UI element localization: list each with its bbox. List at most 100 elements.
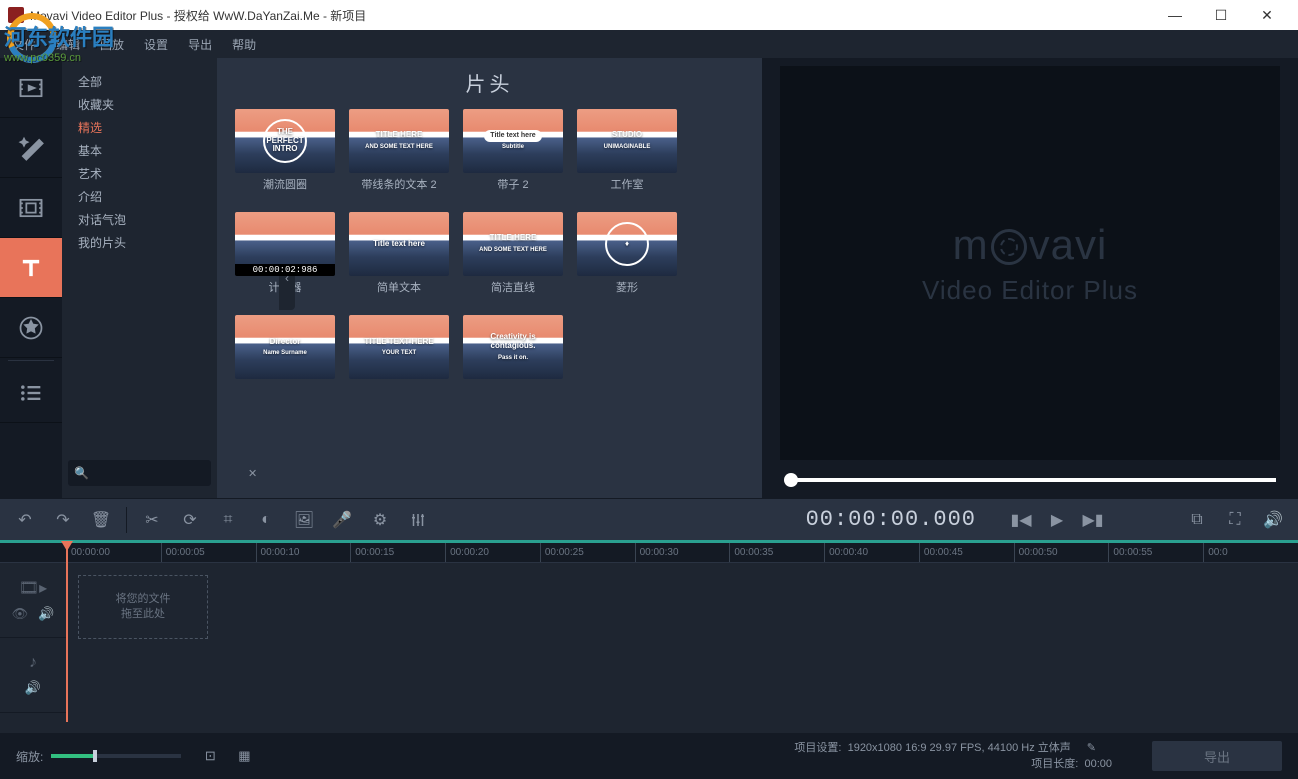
ruler-tick: 00:00:30 (635, 543, 730, 562)
asset-browser: 全部 收藏夹 精选 基本 艺术 介绍 对话气泡 我的片头 🔍 ✕ ‹ 片头 TH… (62, 58, 762, 498)
thumb-label: 简单文本 (349, 282, 449, 295)
category-art[interactable]: 艺术 (72, 162, 207, 185)
redo-button[interactable]: ↷ (46, 503, 80, 537)
category-panel: 全部 收藏夹 精选 基本 艺术 介绍 对话气泡 我的片头 🔍 ✕ (62, 58, 217, 498)
tracks-canvas[interactable]: 将您的文件 拖至此处 (66, 563, 1298, 733)
prev-frame-button[interactable]: ▮◀ (1004, 503, 1038, 537)
category-basic[interactable]: 基本 (72, 139, 207, 162)
statusbar: 缩放: ⊡ ▦ 项目设置: 1920x1080 16:9 29.97 FPS, … (0, 733, 1298, 779)
video-track-icon: 🎞▸ (19, 578, 47, 598)
window-title: Movavi Video Editor Plus - 授权给 WwW.DaYan… (30, 7, 1152, 24)
title-thumb[interactable]: TITLE TEXT HEREYOUR TEXT (349, 315, 449, 385)
timeline-area: 🎞▸ 👁 🔊 ♪ 🔊 将您的文件 拖至此处 (0, 563, 1298, 733)
ruler-tick: 00:00:10 (256, 543, 351, 562)
title-thumb[interactable]: Title text here简单文本 (349, 212, 449, 295)
crop-button[interactable]: ⌗ (211, 503, 245, 537)
visibility-toggle[interactable]: 👁 (12, 606, 29, 622)
ruler-tick: 00:00:40 (824, 543, 919, 562)
title-thumb[interactable]: THE PERFECT INTRO潮流圆圈 (235, 109, 335, 192)
section-title: 片头 (235, 68, 744, 97)
title-thumb[interactable]: STUDIOUNIMAGINABLE工作室 (577, 109, 677, 192)
project-info: 项目设置: 1920x1080 16:9 29.97 FPS, 44100 Hz… (794, 740, 1112, 773)
title-thumb[interactable]: Title text hereSubtitle带子 2 (463, 109, 563, 192)
preview-panel: mvavi Video Editor Plus (762, 58, 1298, 498)
ruler-tick: 00:00:45 (919, 543, 1014, 562)
detach-preview-button[interactable]: ⧉ (1180, 503, 1214, 537)
tool-filters[interactable] (0, 118, 62, 178)
thumb-label: 工作室 (577, 179, 677, 192)
title-thumb[interactable]: TITLE HEREAND SOME TEXT HERE带线条的文本 2 (349, 109, 449, 192)
zoom-fit-button[interactable]: ⊡ (193, 739, 227, 773)
delete-button[interactable]: 🗑 (84, 503, 118, 537)
zoom-slider[interactable] (51, 754, 181, 758)
title-thumb[interactable]: TITLE HEREAND SOME TEXT HERE简洁直线 (463, 212, 563, 295)
menu-settings[interactable]: 设置 (144, 36, 168, 53)
video-track-head: 🎞▸ 👁 🔊 (0, 563, 66, 638)
preview-product-name: Video Editor Plus (922, 275, 1138, 306)
category-featured[interactable]: 精选 (72, 116, 207, 139)
minimize-button[interactable]: — (1152, 0, 1198, 30)
ruler-tick: 00:00:35 (729, 543, 824, 562)
category-all[interactable]: 全部 (72, 70, 207, 93)
preview-scrubber[interactable] (780, 460, 1280, 490)
undo-button[interactable]: ↶ (8, 503, 42, 537)
ruler-tick: 00:00:50 (1014, 543, 1109, 562)
tool-titles[interactable] (0, 238, 62, 298)
edit-project-button[interactable]: ✎ (1087, 742, 1096, 754)
thumbnails-area: 片头 THE PERFECT INTRO潮流圆圈TITLE HEREAND SO… (217, 58, 762, 498)
menu-export[interactable]: 导出 (188, 36, 212, 53)
title-thumb[interactable]: DirectorName Surname (235, 315, 335, 385)
timeline-mode-button[interactable]: ▦ (227, 739, 261, 773)
audio-mute-toggle[interactable]: 🔊 (25, 680, 41, 696)
category-speech[interactable]: 对话气泡 (72, 208, 207, 231)
play-button[interactable]: ▶ (1040, 503, 1074, 537)
title-thumb[interactable]: Creativity is contagious.Pass it on. (463, 315, 563, 385)
ruler-tick: 00:00:05 (161, 543, 256, 562)
adjust-button[interactable] (401, 503, 435, 537)
maximize-button[interactable]: ☐ (1198, 0, 1244, 30)
ruler-tick: 00:00:15 (350, 543, 445, 562)
color-button[interactable]: ◐ (249, 503, 283, 537)
rotate-button[interactable]: ⟳ (173, 503, 207, 537)
volume-button[interactable]: 🔊 (1256, 503, 1290, 537)
tool-transitions[interactable] (0, 178, 62, 238)
ruler-tick: 00:00:55 (1108, 543, 1203, 562)
watermark-text: 河东软件园 www.pc0359.cn (4, 20, 114, 64)
close-button[interactable]: ✕ (1244, 0, 1290, 30)
tool-more[interactable] (0, 363, 62, 423)
next-frame-button[interactable]: ▶▮ (1076, 503, 1110, 537)
mute-toggle[interactable]: 🔊 (38, 606, 54, 622)
timecode-display: 00:00:00.000 (794, 507, 988, 532)
thumb-label: 带线条的文本 2 (349, 179, 449, 192)
category-mine[interactable]: 我的片头 (72, 231, 207, 254)
search-icon: 🔍 (74, 466, 89, 480)
thumb-label: 菱形 (577, 282, 677, 295)
export-button[interactable]: 导出 (1152, 741, 1282, 771)
clip-settings-button[interactable]: ⚙ (363, 503, 397, 537)
zoom-label: 缩放: (16, 748, 43, 765)
thumb-label: 带子 2 (463, 179, 563, 192)
fullscreen-button[interactable]: ⛶ (1218, 503, 1252, 537)
record-button[interactable]: 🎤 (325, 503, 359, 537)
left-toolbar (0, 58, 62, 498)
category-intro[interactable]: 介绍 (72, 185, 207, 208)
cut-button[interactable]: ✂ (135, 503, 169, 537)
dropzone[interactable]: 将您的文件 拖至此处 (78, 575, 208, 639)
menu-help[interactable]: 帮助 (232, 36, 256, 53)
ruler-tick: 00:00:00 (66, 543, 161, 562)
playhead[interactable] (66, 543, 68, 722)
thumb-label: 潮流圆圈 (235, 179, 335, 192)
timeline-ruler[interactable]: 00:00:0000:00:0500:00:1000:00:1500:00:20… (0, 543, 1298, 563)
audio-track-head: ♪ 🔊 (0, 638, 66, 713)
ruler-tick: 00:00:25 (540, 543, 635, 562)
ruler-tick: 00:00:20 (445, 543, 540, 562)
preview-screen: mvavi Video Editor Plus (780, 66, 1280, 460)
audio-track-icon: ♪ (29, 654, 37, 672)
timeline-toolbar: ↶ ↷ 🗑 ✂ ⟳ ⌗ ◐ 🖼 🎤 ⚙ 00:00:00.000 ▮◀ ▶ ▶▮… (0, 498, 1298, 540)
tool-media[interactable] (0, 58, 62, 118)
category-favorites[interactable]: 收藏夹 (72, 93, 207, 116)
title-thumb[interactable]: ♦菱形 (577, 212, 677, 295)
tool-stickers[interactable] (0, 298, 62, 358)
image-button[interactable]: 🖼 (287, 503, 321, 537)
preview-brand-logo: mvavi (953, 221, 1108, 269)
